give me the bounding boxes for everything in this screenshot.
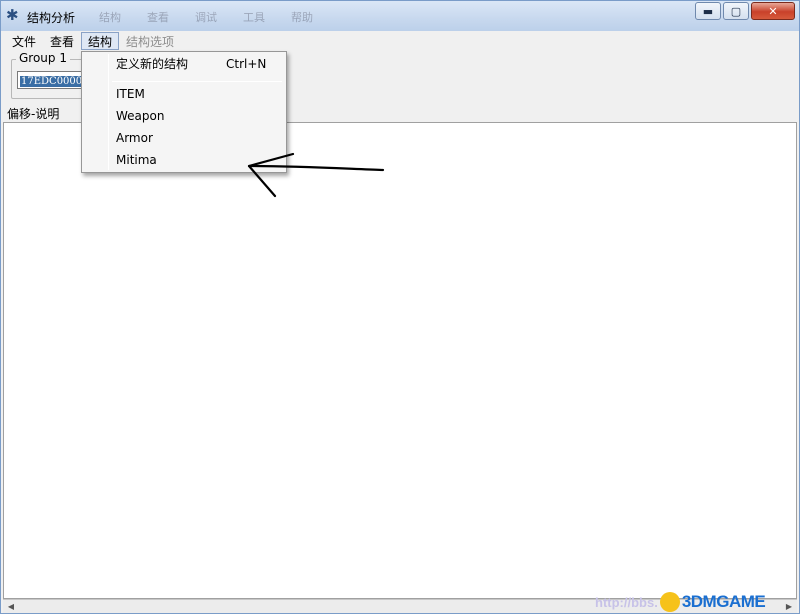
menu-separator xyxy=(112,81,282,82)
menu-structures[interactable]: 结构 xyxy=(81,32,120,50)
ghost-text: 帮助 xyxy=(291,11,313,24)
structure-tree-view[interactable] xyxy=(3,122,797,599)
site-watermark: http://bbs. 3DMGAME xyxy=(595,590,799,613)
menu-file[interactable]: 文件 xyxy=(5,32,43,50)
close-button[interactable]: ✕ xyxy=(751,2,795,20)
close-icon: ✕ xyxy=(768,4,778,18)
address-value: 17EDC0000 xyxy=(20,76,84,87)
title-bar[interactable]: ✱ 结构分析 结构 查看 调试 工具 帮助 ▬ ▢ ✕ xyxy=(1,1,799,31)
ghost-text: 调试 xyxy=(195,11,217,24)
menu-item-define-new-structure[interactable]: 定义新的结构 Ctrl+N xyxy=(84,54,284,74)
window-title: 结构分析 xyxy=(27,11,76,25)
offset-description-header[interactable]: 偏移-说明 xyxy=(7,105,59,122)
mascot-logo-icon xyxy=(659,592,680,612)
define-new-structure-shortcut: Ctrl+N xyxy=(226,57,267,71)
address-input[interactable]: 17EDC0000 xyxy=(17,71,85,89)
structure-name: Weapon xyxy=(116,109,165,123)
structure-name: Armor xyxy=(116,131,153,145)
maximize-button[interactable]: ▢ xyxy=(723,2,749,20)
group-box: Group 1 17EDC0000 xyxy=(11,51,91,99)
ghost-text: 查看 xyxy=(147,11,169,24)
scroll-left-icon[interactable]: ◀ xyxy=(5,601,17,612)
watermark-url: http://bbs. xyxy=(595,594,658,610)
group-label: Group 1 xyxy=(16,51,70,65)
menu-view[interactable]: 查看 xyxy=(43,32,81,50)
menu-item-structure-armor[interactable]: Armor xyxy=(84,128,284,148)
define-new-structure-label: 定义新的结构 xyxy=(116,57,189,71)
structure-name: Mitima xyxy=(116,153,157,167)
structure-name: ITEM xyxy=(116,87,145,101)
cheat-engine-gear-icon: ✱ xyxy=(6,6,19,24)
watermark-brand: 3DMGAME xyxy=(681,592,766,611)
maximize-icon: ▢ xyxy=(730,4,742,18)
ghost-text: 工具 xyxy=(243,11,265,24)
hand-drawn-arrow-icon xyxy=(247,152,385,198)
menu-structure-options[interactable]: 结构选项 xyxy=(119,32,181,50)
background-window-ghost: 结构 查看 调试 工具 帮助 xyxy=(91,6,731,28)
menu-item-structure-item[interactable]: ITEM xyxy=(84,84,284,104)
menu-bar: 文件 查看 结构 结构选项 xyxy=(1,31,799,51)
ghost-text: 结构 xyxy=(99,11,121,24)
menu-item-structure-weapon[interactable]: Weapon xyxy=(84,106,284,126)
minimize-button[interactable]: ▬ xyxy=(695,2,721,20)
struct-analysis-window: ✱ 结构分析 结构 查看 调试 工具 帮助 ▬ ▢ ✕ 文件 查看 结构 结构选… xyxy=(0,0,800,614)
minimize-icon: ▬ xyxy=(702,4,714,18)
window-controls: ▬ ▢ ✕ xyxy=(695,2,795,20)
